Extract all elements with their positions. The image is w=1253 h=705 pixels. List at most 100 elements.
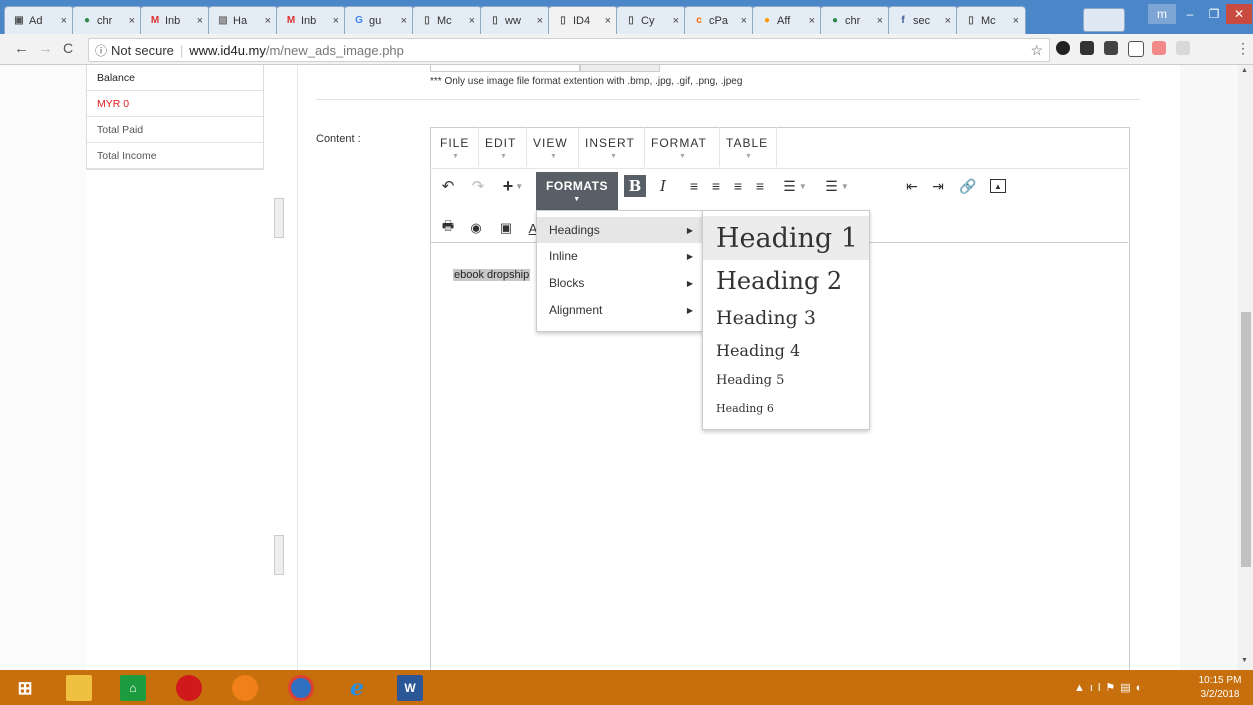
browser-tab[interactable]: M Inb × [276,6,346,34]
close-tab-icon[interactable]: × [197,15,203,27]
extension-icon[interactable] [1128,41,1144,57]
align-justify-icon[interactable]: ≡ [752,177,768,195]
close-tab-icon[interactable]: × [537,15,543,27]
extension-icon[interactable] [1152,41,1166,55]
browser-tab[interactable]: ▨ Ha × [208,6,278,34]
browser-tab[interactable]: ▯ ID4 × [548,6,618,34]
menu-icon[interactable]: ⋮ [1236,40,1250,57]
formats-item-headings[interactable]: Headings ▶ [537,217,703,243]
reload-icon[interactable]: C [63,40,73,56]
close-tab-icon[interactable]: × [673,15,679,27]
minimize-icon[interactable]: – [1180,4,1200,24]
media-icon[interactable]: ▣ [498,219,514,237]
info-icon[interactable]: ⓘ [95,42,107,59]
heading-1-option[interactable]: Heading 1 [703,216,869,260]
browser-tab[interactable]: ▯ ww × [480,6,550,34]
windows-start-icon[interactable]: ⊞ [12,675,38,701]
link-icon[interactable]: 🔗 [959,177,976,195]
chrome-icon[interactable] [288,675,314,701]
numbered-list-icon[interactable]: ☰ ▼ [822,177,852,195]
heading-4-option[interactable]: Heading 4 [703,336,869,364]
browser-tab[interactable]: ▯ Mc × [412,6,482,34]
menu-edit[interactable]: EDIT [485,136,516,150]
indent-icon[interactable]: ⇥ [930,177,946,195]
resize-handle[interactable] [274,535,284,575]
close-tab-icon[interactable]: × [741,15,747,27]
browser-tab[interactable]: ▯ Cy × [616,6,686,34]
word-icon[interactable]: W [397,675,423,701]
redo-icon[interactable]: ↷ [470,177,486,195]
file-explorer-icon[interactable] [66,675,92,701]
close-tab-icon[interactable]: × [265,15,271,27]
image-upload-input[interactable] [430,65,580,72]
forward-icon[interactable]: → [38,40,53,57]
close-tab-icon[interactable]: × [1013,15,1019,27]
browser-tab[interactable]: ● chr × [72,6,142,34]
menu-table[interactable]: TABLE [726,136,768,150]
undo-icon[interactable]: ↶ [440,177,456,195]
align-left-icon[interactable]: ≡ [686,177,702,195]
menu-format[interactable]: FORMAT [651,136,707,150]
insert-plus-icon[interactable]: + ▼ [498,176,528,196]
browser-tab[interactable]: M Inb × [140,6,210,34]
image-icon[interactable]: ▲ [990,179,1006,193]
close-tab-icon[interactable]: × [809,15,815,27]
editor-selected-text[interactable]: ebook dropship [453,269,531,281]
extension-icon[interactable] [1104,41,1118,55]
browse-button[interactable] [580,65,660,72]
firefox-icon[interactable] [232,675,258,701]
scroll-down-icon[interactable]: ▼ [1241,657,1248,664]
system-tray-icons[interactable]: ▲ıl⚑▤◐ [1074,681,1147,694]
bold-icon[interactable]: B [624,175,646,197]
close-tab-icon[interactable]: × [605,15,611,27]
close-tab-icon[interactable]: × [333,15,339,27]
browser-tab[interactable]: f sec × [888,6,958,34]
bullet-list-icon[interactable]: ☰ ▼ [780,177,810,195]
browser-tab[interactable]: ▣ Ad × [4,6,74,34]
opera-icon[interactable] [176,675,202,701]
align-right-icon[interactable]: ≡ [730,177,746,195]
new-tab-button[interactable] [1083,8,1125,32]
formats-item-alignment[interactable]: Alignment ▶ [537,297,703,323]
extension-icon[interactable] [1056,41,1070,55]
store-icon[interactable]: ⌂ [120,675,146,701]
scrollbar-thumb[interactable] [1241,312,1251,567]
browser-tab[interactable]: c cPa × [684,6,754,34]
print-icon[interactable]: 🖶 [440,218,456,237]
heading-6-option[interactable]: Heading 6 [703,396,869,420]
formats-button[interactable]: FORMATS ▼ [536,172,618,210]
close-tab-icon[interactable]: × [401,15,407,27]
scroll-up-icon[interactable]: ▲ [1241,67,1248,74]
close-window-icon[interactable]: ✕ [1226,4,1252,24]
menu-insert[interactable]: INSERT [585,136,635,150]
internet-explorer-icon[interactable]: e [344,675,370,701]
back-icon[interactable]: ← [14,40,29,57]
browser-tab[interactable]: ▯ Mc × [956,6,1026,34]
outdent-icon[interactable]: ⇤ [904,177,920,195]
clock[interactable]: 10:15 PM 3/2/2018 [1195,674,1245,702]
heading-2-option[interactable]: Heading 2 [703,262,869,300]
preview-icon[interactable]: ◉ [468,219,484,237]
browser-tab[interactable]: ● Aff × [752,6,822,34]
menu-view[interactable]: VIEW [533,136,568,150]
close-tab-icon[interactable]: × [129,15,135,27]
close-tab-icon[interactable]: × [877,15,883,27]
star-icon[interactable]: ☆ [1030,42,1043,59]
close-tab-icon[interactable]: × [61,15,67,27]
close-tab-icon[interactable]: × [945,15,951,27]
extension-icon[interactable] [1176,41,1190,55]
browser-tab[interactable]: Ggu × [344,6,414,34]
heading-5-option[interactable]: Heading 5 [703,367,869,393]
menu-file[interactable]: FILE [440,136,469,150]
maximize-icon[interactable]: ❐ [1204,4,1224,24]
formats-item-inline[interactable]: Inline ▶ [537,243,703,269]
profile-button[interactable]: m [1148,4,1176,24]
extension-icon[interactable] [1080,41,1094,55]
address-bar[interactable]: ⓘ Not secure | www.id4u.my /m/new_ads_im… [88,38,1050,62]
browser-tab[interactable]: ● chr × [820,6,890,34]
heading-3-option[interactable]: Heading 3 [703,302,869,334]
formats-item-blocks[interactable]: Blocks ▶ [537,270,703,296]
resize-handle[interactable] [274,198,284,238]
close-tab-icon[interactable]: × [469,15,475,27]
align-center-icon[interactable]: ≡ [708,177,724,195]
